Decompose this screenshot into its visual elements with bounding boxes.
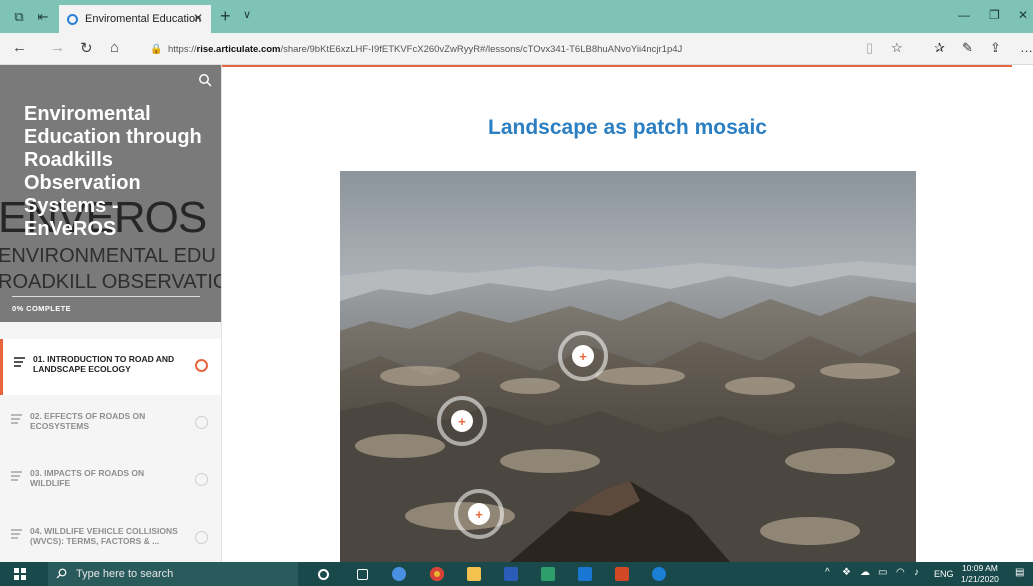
- plus-icon: +: [468, 503, 490, 525]
- url-domain: rise.articulate.com: [196, 44, 281, 55]
- word-icon[interactable]: [504, 567, 518, 581]
- windows-taskbar: Type here to search ^ ❖ ☁ ▭ ◠ ♪ ENG 10:0…: [0, 562, 1033, 586]
- progress-text: 0% COMPLETE: [12, 304, 71, 313]
- language-indicator[interactable]: ENG: [934, 569, 954, 579]
- volume-icon[interactable]: ♪: [914, 567, 919, 578]
- lesson-list-icon: [14, 357, 25, 369]
- course-sidebar: ENVEROS ENVIRONMENTAL EDU ROADKILL OBSER…: [0, 65, 222, 562]
- search-icon: [56, 568, 67, 579]
- lesson-progress-line: [222, 65, 1012, 67]
- close-tab-icon[interactable]: ✕: [193, 11, 203, 25]
- hotspot-marker-1[interactable]: +: [558, 331, 608, 381]
- onedrive-icon[interactable]: ☁: [860, 567, 870, 578]
- mountain-landscape-image: + + +: [340, 171, 916, 562]
- lesson-heading: Landscape as patch mosaic: [488, 116, 767, 139]
- enveros-logo-line1: ENVIRONMENTAL EDU: [0, 245, 216, 267]
- url-path: /share/9bKtE6xzLHF-I9fETKVFcX260vZwRyyR#…: [280, 44, 683, 55]
- plus-icon: +: [572, 345, 594, 367]
- tab-enviromental-education[interactable]: Enviromental Education ✕: [59, 5, 211, 33]
- address-toolbar: ← → ↻ ⌂ 🔒 https://rise.articulate.com/sha…: [0, 33, 1033, 65]
- rise-favicon-icon: [67, 13, 78, 25]
- url-field[interactable]: 🔒 https://rise.articulate.com/share/9bKtE…: [146, 40, 886, 59]
- lesson-item-1[interactable]: 01. INTRODUCTION TO ROAD AND LANDSCAPE E…: [0, 339, 221, 395]
- task-view-icon[interactable]: [357, 569, 368, 580]
- tab-actions-icon[interactable]: ⧉: [8, 0, 30, 33]
- close-window-icon[interactable]: ✕: [1018, 8, 1028, 22]
- cortana-icon[interactable]: [318, 569, 329, 580]
- hotspot-marker-2[interactable]: +: [437, 396, 487, 446]
- course-title: Enviromental Education through Roadkills…: [24, 103, 202, 240]
- lesson-label: 02. EFFECTS OF ROADS ON ECOSYSTEMS: [30, 411, 146, 431]
- lesson-content: Landscape as patch mosaic + + +: [222, 65, 1033, 562]
- progress-bar: [12, 296, 200, 297]
- wifi-icon[interactable]: ◠: [896, 567, 905, 578]
- set-aside-tabs-icon[interactable]: ⇤: [32, 0, 54, 33]
- lesson-label: 04. WILDLIFE VEHICLE COLLISIONS (WVCs): …: [30, 526, 178, 546]
- favorites-list-icon[interactable]: ✰: [934, 40, 945, 56]
- home-icon[interactable]: ⌂: [110, 39, 119, 56]
- reading-view-icon[interactable]: ▯: [866, 40, 873, 56]
- sidebar-header: ENVEROS ENVIRONMENTAL EDU ROADKILL OBSER…: [0, 65, 222, 322]
- hotspot-marker-3[interactable]: +: [454, 489, 504, 539]
- lesson-progress-circle-icon: [195, 359, 208, 372]
- taskbar-search-box[interactable]: Type here to search: [48, 562, 298, 586]
- more-icon[interactable]: …: [1020, 40, 1033, 55]
- minimize-icon[interactable]: —: [958, 8, 970, 22]
- browser-tab-bar: ⧉ ⇤ Enviromental Education ✕ + ∨ — ❐ ✕: [0, 0, 1033, 33]
- edge-icon[interactable]: [652, 567, 666, 581]
- lesson-progress-circle-icon: [195, 531, 208, 544]
- tab-preview-chevron-icon[interactable]: ∨: [243, 8, 251, 21]
- lesson-progress-circle-icon: [195, 473, 208, 486]
- outlook-icon[interactable]: [578, 567, 592, 581]
- favorite-star-icon[interactable]: ☆: [891, 40, 903, 56]
- lesson-progress-circle-icon: [195, 416, 208, 429]
- notifications-icon[interactable]: ▤: [1015, 567, 1024, 578]
- url-prefix: https://: [168, 44, 197, 55]
- search-icon[interactable]: [198, 73, 212, 87]
- lesson-list-icon: [11, 529, 22, 541]
- tab-title: Enviromental Education: [85, 13, 202, 25]
- refresh-icon[interactable]: ↻: [80, 39, 93, 57]
- taskbar-search-placeholder: Type here to search: [76, 568, 174, 580]
- lock-icon: 🔒: [150, 44, 163, 55]
- landscape-illustration: [340, 171, 916, 562]
- people-search-icon[interactable]: [392, 567, 406, 581]
- clock-date: 1/21/2020: [961, 574, 999, 584]
- lesson-label: 03. IMPACTS OF ROADS ON WILDLIFE: [30, 468, 145, 488]
- taskbar-clock[interactable]: 10:09 AM 1/21/2020: [961, 563, 999, 585]
- plus-icon: +: [451, 410, 473, 432]
- back-icon[interactable]: ←: [12, 39, 27, 56]
- battery-icon[interactable]: ▭: [878, 567, 887, 578]
- publisher-icon[interactable]: [541, 567, 555, 581]
- clock-time: 10:09 AM: [961, 563, 998, 573]
- lesson-label: 01. INTRODUCTION TO ROAD AND LANDSCAPE E…: [33, 354, 175, 374]
- chrome-icon[interactable]: [430, 567, 444, 581]
- enveros-logo-line2: ROADKILL OBSERVATIC: [0, 271, 222, 293]
- powerpoint-icon[interactable]: [615, 567, 629, 581]
- forward-icon[interactable]: →: [50, 39, 65, 56]
- show-hidden-icons-icon[interactable]: ^: [825, 567, 830, 578]
- lesson-item-2[interactable]: 02. EFFECTS OF ROADS ON ECOSYSTEMS: [0, 396, 221, 452]
- lesson-list-icon: [11, 471, 22, 483]
- lesson-item-3[interactable]: 03. IMPACTS OF ROADS ON WILDLIFE: [0, 453, 221, 509]
- restore-icon[interactable]: ❐: [989, 8, 1000, 22]
- windows-start-icon[interactable]: [14, 568, 26, 580]
- lesson-item-4[interactable]: 04. WILDLIFE VEHICLE COLLISIONS (WVCs): …: [0, 511, 221, 562]
- pen-icon[interactable]: ✎: [962, 40, 973, 56]
- new-tab-icon[interactable]: +: [220, 6, 231, 27]
- dropbox-icon[interactable]: ❖: [842, 567, 851, 578]
- share-icon[interactable]: ⇪: [990, 40, 1001, 56]
- lesson-list-icon: [11, 414, 22, 426]
- file-explorer-icon[interactable]: [467, 567, 481, 581]
